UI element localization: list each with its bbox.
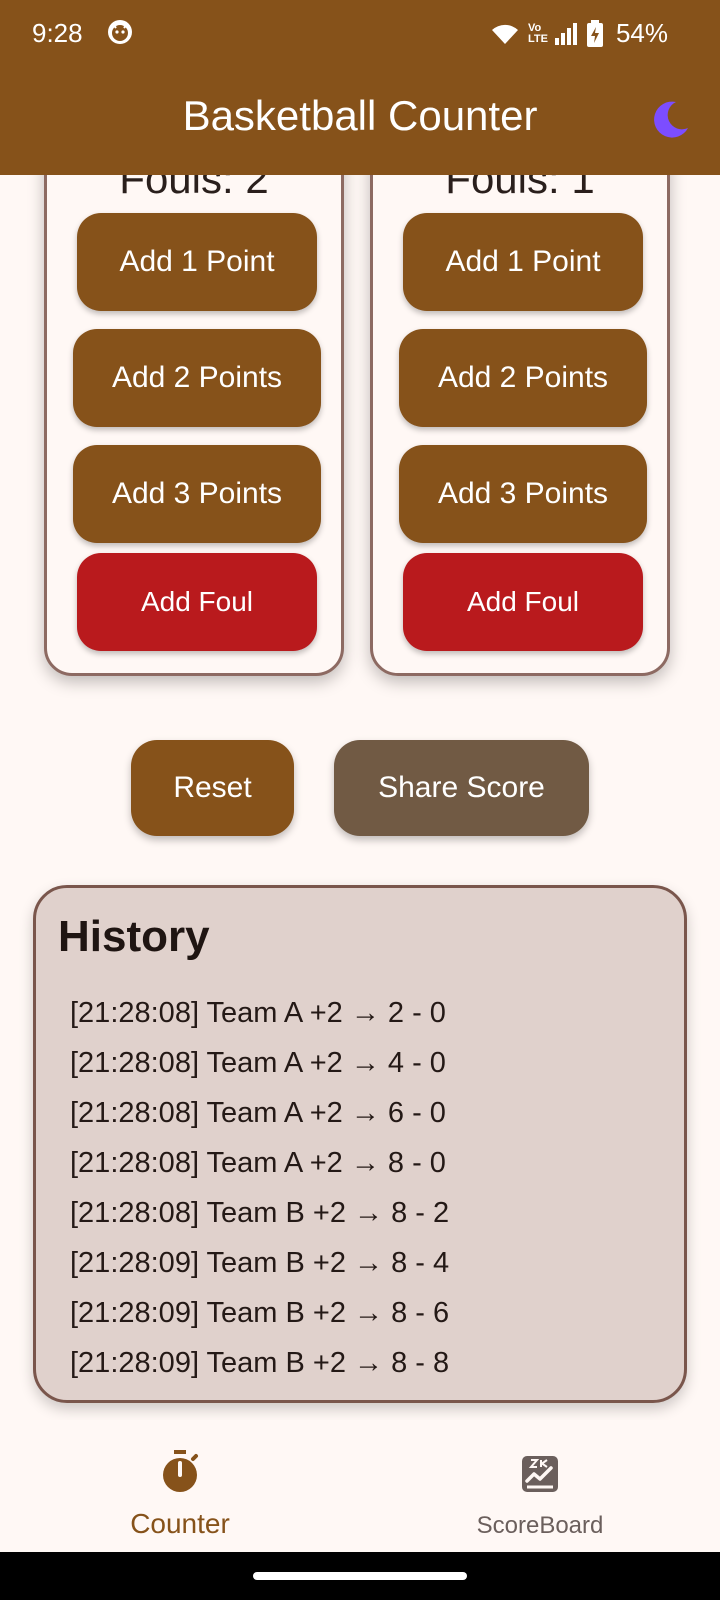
reset-button[interactable]: Reset (131, 740, 294, 836)
stopwatch-icon (163, 1450, 198, 1492)
bottom-navigation: Counter ScoreBoard (0, 1420, 720, 1552)
system-navigation-bar (0, 1552, 720, 1600)
scoreboard-icon (522, 1456, 558, 1492)
wifi-icon (491, 24, 518, 44)
team-b-add-1-point-button[interactable]: Add 1 Point (403, 213, 643, 311)
app-title: Basketball Counter (182, 92, 538, 139)
nav-label-counter: Counter (130, 1508, 230, 1539)
team-a-add-foul-button[interactable]: Add Foul (77, 553, 317, 651)
team-a-add-1-point-button[interactable]: Add 1 Point (77, 213, 317, 311)
battery-charging-icon (586, 19, 603, 47)
history-panel: History [21:28:08] Team A +2 → 2 - 0 [21… (33, 885, 687, 1403)
history-entry: [21:28:08] Team A +2 → 2 - 0 (70, 997, 446, 1029)
team-b-add-3-points-button[interactable]: Add 3 Points (399, 445, 647, 543)
team-a-add-3-points-button[interactable]: Add 3 Points (73, 445, 321, 543)
nav-item-counter[interactable]: Counter (0, 1420, 360, 1552)
gesture-handle[interactable] (253, 1572, 467, 1580)
history-entry: [21:28:08] Team B +2 → 8 - 2 (70, 1197, 450, 1229)
app-bar: 9:28 Vo LTE 54% Basketball Counter (0, 0, 720, 175)
status-time: 9:28 (32, 18, 83, 48)
app-notification-icon (108, 20, 132, 44)
signal-icon (554, 22, 577, 45)
history-entry: [21:28:09] Team B +2 → 8 - 4 (70, 1247, 450, 1279)
status-indicators: Vo LTE 54% (490, 18, 668, 49)
moon-icon[interactable] (648, 98, 692, 142)
team-b-card: Fouls: 1 Add 1 Point Add 2 Points Add 3 … (370, 120, 670, 676)
history-entry: [21:28:08] Team A +2 → 4 - 0 (70, 1047, 446, 1079)
team-b-add-foul-button[interactable]: Add Foul (403, 553, 643, 651)
team-b-add-2-points-button[interactable]: Add 2 Points (399, 329, 647, 427)
nav-label-scoreboard: ScoreBoard (476, 1512, 604, 1539)
team-a-card: Fouls: 2 Add 1 Point Add 2 Points Add 3 … (44, 120, 344, 676)
nav-item-scoreboard[interactable]: ScoreBoard (360, 1420, 720, 1552)
volte-icon: Vo LTE (527, 21, 548, 45)
history-entry: [21:28:08] Team A +2 → 8 - 0 (70, 1147, 446, 1179)
history-entry: [21:28:09] Team B +2 → 8 - 6 (70, 1297, 450, 1329)
history-title: History (58, 912, 210, 961)
history-entry: [21:28:08] Team A +2 → 6 - 0 (70, 1097, 446, 1129)
battery-percent: 54% (615, 18, 668, 48)
share-score-button[interactable]: Share Score (334, 740, 589, 836)
history-entry: [21:28:09] Team B +2 → 8 - 8 (70, 1347, 450, 1379)
history-list: [21:28:08] Team A +2 → 2 - 0 [21:28:08] … (70, 988, 449, 1388)
team-a-add-2-points-button[interactable]: Add 2 Points (73, 329, 321, 427)
